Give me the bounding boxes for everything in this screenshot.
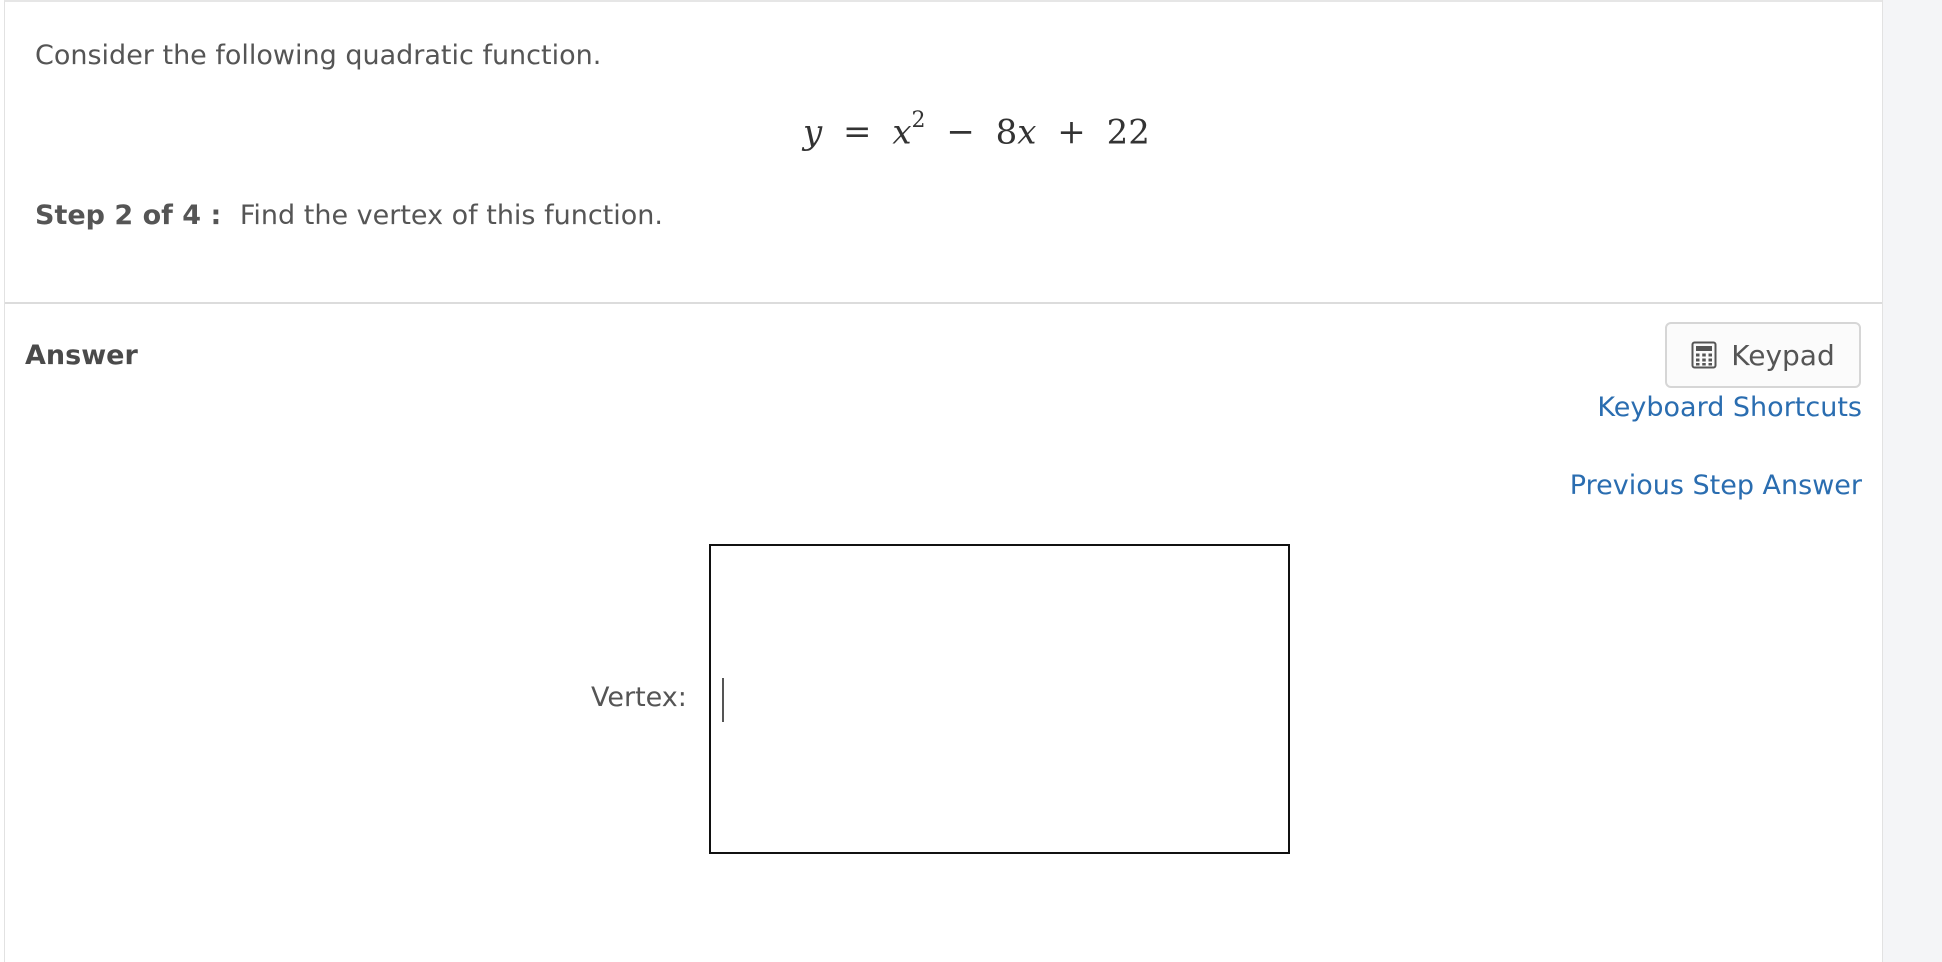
keypad-button[interactable]: Keypad — [1665, 322, 1861, 388]
vertex-input[interactable] — [709, 544, 1290, 854]
equation-equals: = — [843, 112, 872, 153]
vertex-label: Vertex: — [591, 682, 687, 713]
equation-op2: + — [1057, 112, 1086, 153]
main-panel: Consider the following quadratic functio… — [4, 0, 1882, 962]
page: Consider the following quadratic functio… — [0, 0, 1942, 962]
equation-term1-var: x — [892, 112, 912, 153]
keyboard-shortcuts-link[interactable]: Keyboard Shortcuts — [1597, 392, 1862, 423]
equation-term2-coef: 8 — [995, 112, 1018, 153]
text-caret — [722, 678, 724, 722]
right-gutter — [1882, 0, 1942, 962]
equation-term1-exponent: 2 — [911, 108, 926, 133]
keypad-label: Keypad — [1731, 338, 1835, 372]
calculator-icon — [1691, 341, 1717, 369]
question-intro: Consider the following quadratic functio… — [35, 40, 602, 71]
step-label: Step 2 of 4 : — [35, 200, 222, 231]
previous-step-answer-link[interactable]: Previous Step Answer — [1570, 470, 1862, 501]
step-line: Step 2 of 4 : Find the vertex of this fu… — [35, 200, 663, 231]
answer-section: Answer Keypad Keyboard Shortcuts Previou… — [5, 304, 1882, 962]
equation: y = x2 − 8x + 22 — [803, 108, 1150, 153]
question-section: Consider the following quadratic functio… — [5, 2, 1882, 304]
answer-heading: Answer — [25, 340, 138, 371]
equation-lhs: y — [803, 112, 823, 153]
equation-op1: − — [946, 112, 975, 153]
step-text: Find the vertex of this function. — [239, 200, 663, 231]
equation-term2-var: x — [1017, 112, 1037, 153]
equation-term3: 22 — [1106, 112, 1150, 153]
